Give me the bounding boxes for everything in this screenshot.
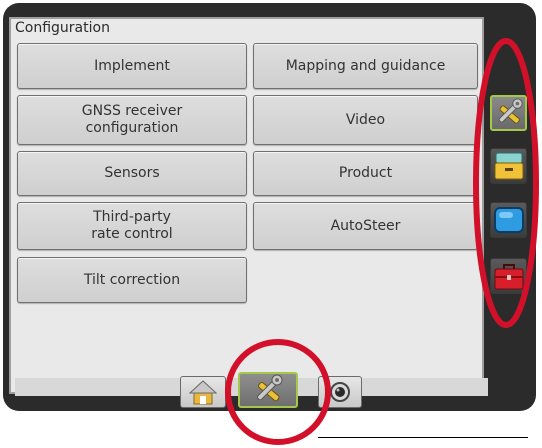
configuration-panel: Configuration Implement Mapping and guid… <box>9 17 484 394</box>
tools-icon <box>257 374 283 402</box>
tilt-correction-button[interactable]: Tilt correction <box>17 257 247 303</box>
screen-icon <box>493 207 524 233</box>
video-button[interactable]: Video <box>253 95 478 145</box>
side-tab-console[interactable] <box>490 148 527 184</box>
home-tab[interactable] <box>180 376 226 408</box>
side-tab-screen[interactable] <box>490 202 527 238</box>
autosteer-button[interactable]: AutoSteer <box>253 202 478 250</box>
console-icon <box>494 152 523 180</box>
configuration-tab[interactable] <box>238 372 298 408</box>
third-party-rate-control-button[interactable]: Third-party rate control <box>17 202 247 250</box>
gnss-receiver-configuration-button[interactable]: GNSS receiver configuration <box>17 95 247 145</box>
sensors-button[interactable]: Sensors <box>17 151 247 196</box>
toolbox-icon <box>494 264 523 290</box>
implement-button[interactable]: Implement <box>17 43 247 89</box>
home-icon <box>189 380 217 405</box>
camera-icon <box>330 382 350 402</box>
side-tab-toolbox[interactable] <box>490 258 527 294</box>
side-tab-tools[interactable] <box>490 95 527 131</box>
tools-icon <box>498 98 523 124</box>
product-button[interactable]: Product <box>253 151 478 196</box>
caption-rule <box>318 437 528 438</box>
mapping-and-guidance-button[interactable]: Mapping and guidance <box>253 43 478 89</box>
camera-tab[interactable] <box>318 376 362 408</box>
panel-title: Configuration <box>15 20 110 36</box>
